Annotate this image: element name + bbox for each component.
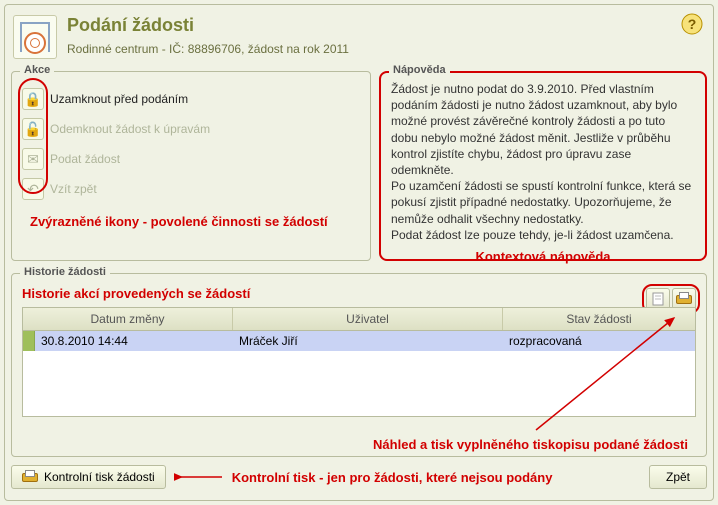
action-submit: ✉ Podat žádost — [22, 144, 360, 174]
back-button[interactable]: Zpět — [649, 465, 707, 489]
help-icon[interactable]: ? — [681, 13, 703, 38]
table-row[interactable]: 30.8.2010 14:44 Mráček Jiří rozpracovaná — [23, 331, 695, 351]
back-label: Zpět — [666, 470, 690, 484]
help-legend: Nápověda — [389, 64, 450, 76]
page-subtitle: Rodinné centrum - IČ: 88896706, žádost n… — [67, 42, 705, 56]
action-label: Uzamknout před podáním — [50, 92, 188, 106]
action-label: Podat žádost — [50, 152, 120, 166]
cell-date: 30.8.2010 14:44 — [35, 331, 233, 351]
help-panel: Nápověda Žádost je nutno podat do 3.9.20… — [379, 71, 707, 261]
actions-legend: Akce — [20, 64, 54, 76]
control-print-button[interactable]: Kontrolní tisk žádosti — [11, 465, 166, 489]
history-table: Datum změny Uživatel Stav žádosti 30.8.2… — [22, 307, 696, 417]
history-title: Historie akcí provedených se žádostí — [22, 286, 696, 301]
arrow-icon — [174, 469, 224, 485]
action-label: Vzít zpět — [50, 182, 97, 196]
print-annotation: Náhled a tisk vyplněného tiskopisu podan… — [373, 437, 688, 452]
action-unlock: 🔓 Odemknout žádost k úpravám — [22, 114, 360, 144]
footer-annotation: Kontrolní tisk - jen pro žádosti, které … — [232, 470, 553, 485]
row-marker — [23, 331, 35, 351]
action-lock[interactable]: 🔒 Uzamknout před podáním — [22, 84, 360, 114]
svg-text:?: ? — [688, 16, 697, 32]
col-state[interactable]: Stav žádosti — [503, 308, 695, 330]
control-print-label: Kontrolní tisk žádosti — [44, 470, 155, 484]
col-user[interactable]: Uživatel — [233, 308, 503, 330]
page-title: Podání žádosti — [67, 15, 705, 36]
actions-panel: Akce 🔒 Uzamknout před podáním 🔓 Odemknou… — [11, 71, 371, 261]
action-undo: ↶ Vzít zpět — [22, 174, 360, 204]
history-legend: Historie žádosti — [20, 266, 110, 278]
cell-state: rozpracovaná — [503, 331, 695, 351]
actions-annotation: Zvýrazněné ikony - povolené činnosti se … — [30, 214, 360, 231]
action-label: Odemknout žádost k úpravám — [50, 122, 210, 136]
document-stamp-icon — [13, 15, 57, 59]
cell-user: Mráček Jiří — [233, 331, 503, 351]
printer-icon — [22, 470, 38, 484]
help-body: Žádost je nutno podat do 3.9.2010. Před … — [391, 81, 695, 243]
history-panel: Historie žádosti Historie akcí provedený… — [11, 273, 707, 457]
help-caption: Kontextová nápověda — [391, 249, 695, 264]
printer-icon — [676, 292, 692, 306]
col-date[interactable]: Datum změny — [23, 308, 233, 330]
enabled-icons-highlight — [18, 78, 48, 194]
